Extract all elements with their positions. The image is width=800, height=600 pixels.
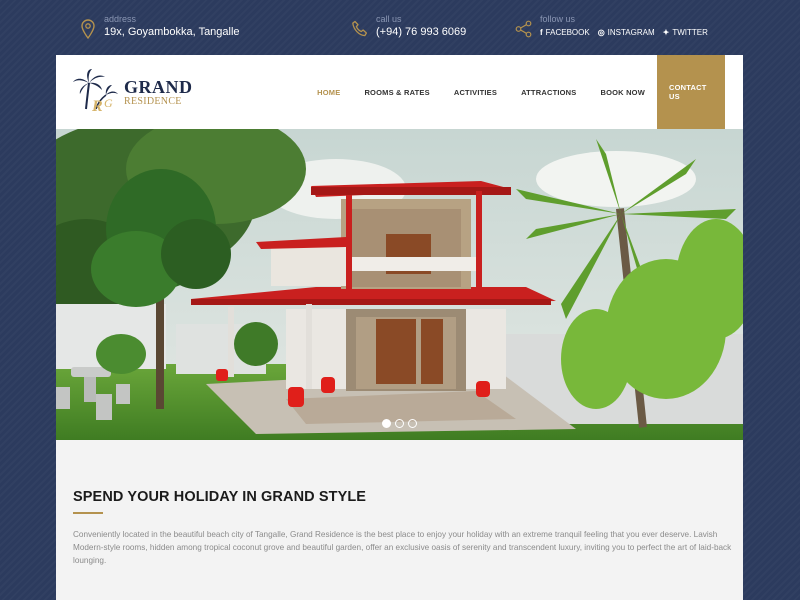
hero-image-villa [56, 129, 743, 440]
intro-heading: SPEND YOUR HOLIDAY IN GRAND STYLE [73, 489, 367, 505]
follow-block: follow us f FACEBOOK ◎ INSTAGRAM ✦ TWITT… [514, 14, 716, 41]
logo-text-grand: GRAND [124, 77, 193, 97]
phone-number-link[interactable]: (+94) 76 993 6069 [376, 25, 466, 39]
slider-dot-1[interactable] [382, 419, 391, 428]
social-links: f FACEBOOK ◎ INSTAGRAM ✦ TWITTER [540, 27, 716, 39]
logo-text-residence: RESIDENCE [124, 96, 182, 107]
call-block: call us (+94) 76 993 6069 [350, 14, 466, 41]
twitter-icon: ✦ [662, 28, 670, 37]
slider-dots [382, 419, 417, 428]
intro-section: SPEND YOUR HOLIDAY IN GRAND STYLE Conven… [73, 488, 733, 567]
nav-home[interactable]: HOME [305, 55, 352, 129]
facebook-link[interactable]: f FACEBOOK [540, 27, 590, 39]
slider-dot-2[interactable] [395, 419, 404, 428]
nav-rooms-rates[interactable]: ROOMS & RATES [352, 55, 441, 129]
address-value: 19x, Goyambokka, Tangalle [104, 26, 240, 38]
nav-activities[interactable]: ACTIVITIES [442, 55, 509, 129]
nav-book-now[interactable]: BOOK NOW [588, 55, 657, 129]
call-label: call us [376, 14, 402, 24]
address-block: address 19x, Goyambokka, Tangalle [78, 14, 240, 41]
svg-text:R: R [91, 98, 103, 113]
top-bar: address 19x, Goyambokka, Tangalle call u… [0, 0, 800, 55]
heading-underline [73, 512, 103, 514]
instagram-label: INSTAGRAM [607, 28, 655, 37]
nav-contact-us-button[interactable]: CONTACT US [657, 55, 725, 129]
site-header: R G GRAND RESIDENCE HOME ROOMS & RATES A… [56, 55, 743, 129]
share-icon [514, 17, 534, 41]
follow-label: follow us [540, 14, 576, 24]
svg-text:G: G [104, 96, 113, 110]
main-nav: HOME ROOMS & RATES ACTIVITIES ATTRACTION… [305, 55, 725, 129]
twitter-link[interactable]: ✦ TWITTER [663, 27, 708, 39]
facebook-label: FACEBOOK [545, 28, 590, 37]
intro-paragraph: Conveniently located in the beautiful be… [73, 530, 732, 565]
twitter-label: TWITTER [672, 28, 708, 37]
nav-attractions[interactable]: ATTRACTIONS [509, 55, 588, 129]
site-logo[interactable]: R G GRAND RESIDENCE [72, 69, 192, 113]
slider-dot-3[interactable] [408, 419, 417, 428]
palm-tree-logo-icon: R G [73, 69, 118, 113]
location-pin-icon [78, 17, 98, 41]
address-label: address [104, 14, 137, 24]
instagram-icon: ◎ [597, 28, 605, 37]
phone-icon [350, 17, 370, 41]
instagram-link[interactable]: ◎ INSTAGRAM [598, 27, 655, 39]
hero-slider[interactable] [56, 129, 743, 440]
facebook-icon: f [540, 28, 543, 37]
